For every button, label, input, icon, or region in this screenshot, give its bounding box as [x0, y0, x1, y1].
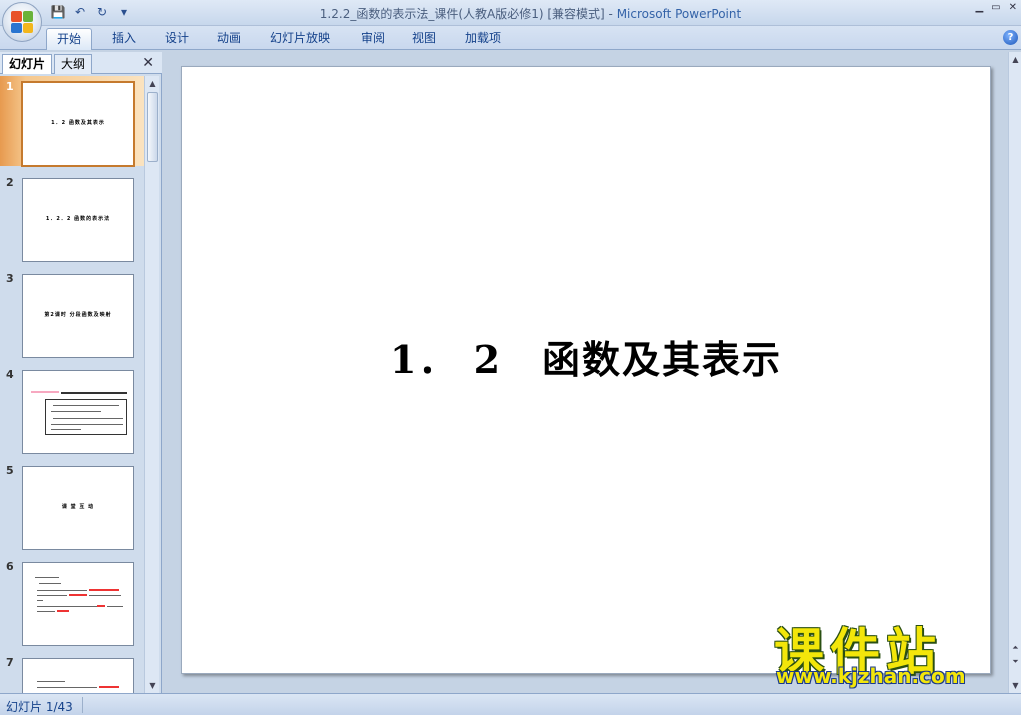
tab-home[interactable]: 开始: [46, 28, 93, 50]
thumbnail-4[interactable]: 4: [0, 364, 144, 454]
status-bar: 幻灯片 1/43: [0, 693, 1021, 715]
thumbnail-slide: 1．2 函数及其表示: [21, 81, 135, 167]
thumbnail-decoration: [37, 595, 67, 596]
help-icon[interactable]: ?: [1003, 30, 1018, 45]
title-bar: 💾 ↶ ↻ ▾ 1.2.2_函数的表示法_课件(人教A版必修1) [兼容模式] …: [0, 0, 1021, 26]
thumbnail-decoration: [107, 606, 123, 607]
thumbnail-6[interactable]: 6: [0, 556, 144, 646]
app-name: Microsoft PowerPoint: [616, 7, 742, 21]
title-separator: -: [604, 7, 617, 21]
thumbnail-decoration: [37, 611, 55, 612]
thumbnail-decoration: [37, 600, 43, 601]
ribbon-tabs: 开始 插入 设计 动画 幻灯片放映 审阅 视图 加载项 ?: [0, 26, 1021, 50]
thumbnail-decoration: [35, 577, 59, 578]
thumbnail-7[interactable]: 7: [0, 652, 144, 693]
thumbnail-number: 7: [6, 656, 14, 669]
tab-view[interactable]: 视图: [402, 28, 446, 50]
close-panel-icon[interactable]: ✕: [142, 55, 154, 71]
scrollbar-thumb[interactable]: [147, 92, 158, 162]
tab-slides[interactable]: 幻灯片: [2, 54, 53, 74]
thumbnail-decoration: [53, 405, 119, 406]
tab-review[interactable]: 审阅: [351, 28, 395, 50]
thumbnail-number: 6: [6, 560, 14, 573]
thumbnail-decoration: [51, 424, 123, 425]
thumbnail-title: 1．2 函数及其表示: [51, 120, 105, 126]
slides-panel: 幻灯片 大纲 ✕ 1 1．2 函数及其表示 2 1．2．2 函数的表示法 3 第…: [0, 52, 162, 693]
thumbnail-title: 第2课时 分段函数及映射: [44, 312, 112, 318]
slide-editor: 1． 2 函数及其表示: [163, 52, 1008, 693]
thumbnail-decoration: [31, 391, 59, 393]
thumbnail-decoration: [97, 605, 105, 607]
thumbnail-list: 1 1．2 函数及其表示 2 1．2．2 函数的表示法 3 第2课时 分段函数及…: [0, 76, 144, 693]
thumbnail-decoration: [89, 595, 121, 596]
thumbnail-decoration: [69, 594, 87, 596]
next-slide-icon[interactable]: ⏷: [1010, 656, 1021, 667]
thumbnail-5[interactable]: 5 课 堂 互 动: [0, 460, 144, 550]
tab-design[interactable]: 设计: [155, 28, 199, 50]
slide-title[interactable]: 1． 2 函数及其表示: [182, 329, 990, 384]
thumbnail-decoration: [39, 583, 61, 584]
slide-counter: 幻灯片 1/43: [6, 700, 73, 714]
thumbnail-decoration: [51, 429, 81, 430]
document-title: 1.2.2_函数的表示法_课件(人教A版必修1) [兼容模式]: [319, 7, 605, 21]
thumbnail-slide: 1．2．2 函数的表示法: [22, 178, 134, 262]
scroll-down-icon[interactable]: ▼: [147, 680, 158, 691]
watermark-url: www.kjzhan.com: [776, 664, 966, 688]
thumbnail-title: 课 堂 互 动: [61, 504, 95, 510]
previous-slide-icon[interactable]: ⏶: [1010, 642, 1021, 653]
thumbnail-decoration: [37, 606, 97, 607]
window-title: 1.2.2_函数的表示法_课件(人教A版必修1) [兼容模式] - Micros…: [0, 5, 1021, 22]
thumbnail-number: 4: [6, 368, 14, 381]
scroll-up-icon[interactable]: ▲: [147, 78, 158, 89]
thumbnail-1[interactable]: 1 1．2 函数及其表示: [0, 76, 144, 167]
thumbnail-scrollbar[interactable]: ▲ ▼: [144, 76, 159, 693]
thumbnail-decoration: [37, 687, 97, 688]
tab-outline[interactable]: 大纲: [54, 54, 93, 74]
thumbnail-slide: 课 堂 互 动: [22, 466, 134, 550]
tab-slideshow[interactable]: 幻灯片放映: [260, 28, 340, 50]
thumbnail-slide: 第2课时 分段函数及映射: [22, 274, 134, 358]
maximize-button[interactable]: ▭: [991, 2, 1000, 13]
thumbnail-decoration: [53, 418, 123, 419]
scroll-down-icon[interactable]: ▼: [1010, 680, 1021, 691]
minimize-button[interactable]: ▁: [975, 2, 983, 13]
current-slide[interactable]: 1． 2 函数及其表示: [181, 66, 991, 674]
thumbnail-title: 1．2．2 函数的表示法: [45, 216, 111, 222]
thumbnail-decoration: [57, 610, 69, 612]
thumbnail-decoration: [99, 686, 119, 688]
window-controls: ▁ ▭ ✕: [975, 2, 1017, 13]
tab-addins[interactable]: 加载项: [455, 28, 511, 50]
thumbnail-number: 1: [6, 80, 14, 93]
thumbnail-2[interactable]: 2 1．2．2 函数的表示法: [0, 172, 144, 262]
thumbnail-decoration: [89, 589, 119, 591]
watermark: 课件站 www.kjzhan.com: [770, 612, 1002, 690]
editor-scrollbar[interactable]: ▲ ⏶ ⏷ ▼: [1008, 52, 1021, 693]
status-divider: [82, 697, 83, 713]
thumbnail-number: 2: [6, 176, 14, 189]
thumbnail-decoration: [37, 681, 65, 682]
thumbnail-decoration: [61, 392, 127, 394]
thumbnail-decoration: [37, 590, 87, 591]
thumbnail-decoration: [51, 411, 101, 412]
panel-tabs: 幻灯片 大纲 ✕: [0, 52, 162, 74]
thumbnail-slide: [22, 658, 134, 693]
office-button[interactable]: [2, 2, 42, 42]
thumbnail-3[interactable]: 3 第2课时 分段函数及映射: [0, 268, 144, 358]
thumbnail-number: 3: [6, 272, 14, 285]
thumbnail-slide: [22, 562, 134, 646]
tab-insert[interactable]: 插入: [102, 28, 146, 50]
tab-animations[interactable]: 动画: [207, 28, 251, 50]
thumbnail-slide: [22, 370, 134, 454]
thumbnail-number: 5: [6, 464, 14, 477]
scroll-up-icon[interactable]: ▲: [1010, 54, 1021, 65]
close-button[interactable]: ✕: [1009, 2, 1017, 13]
office-logo-icon: [11, 11, 33, 33]
